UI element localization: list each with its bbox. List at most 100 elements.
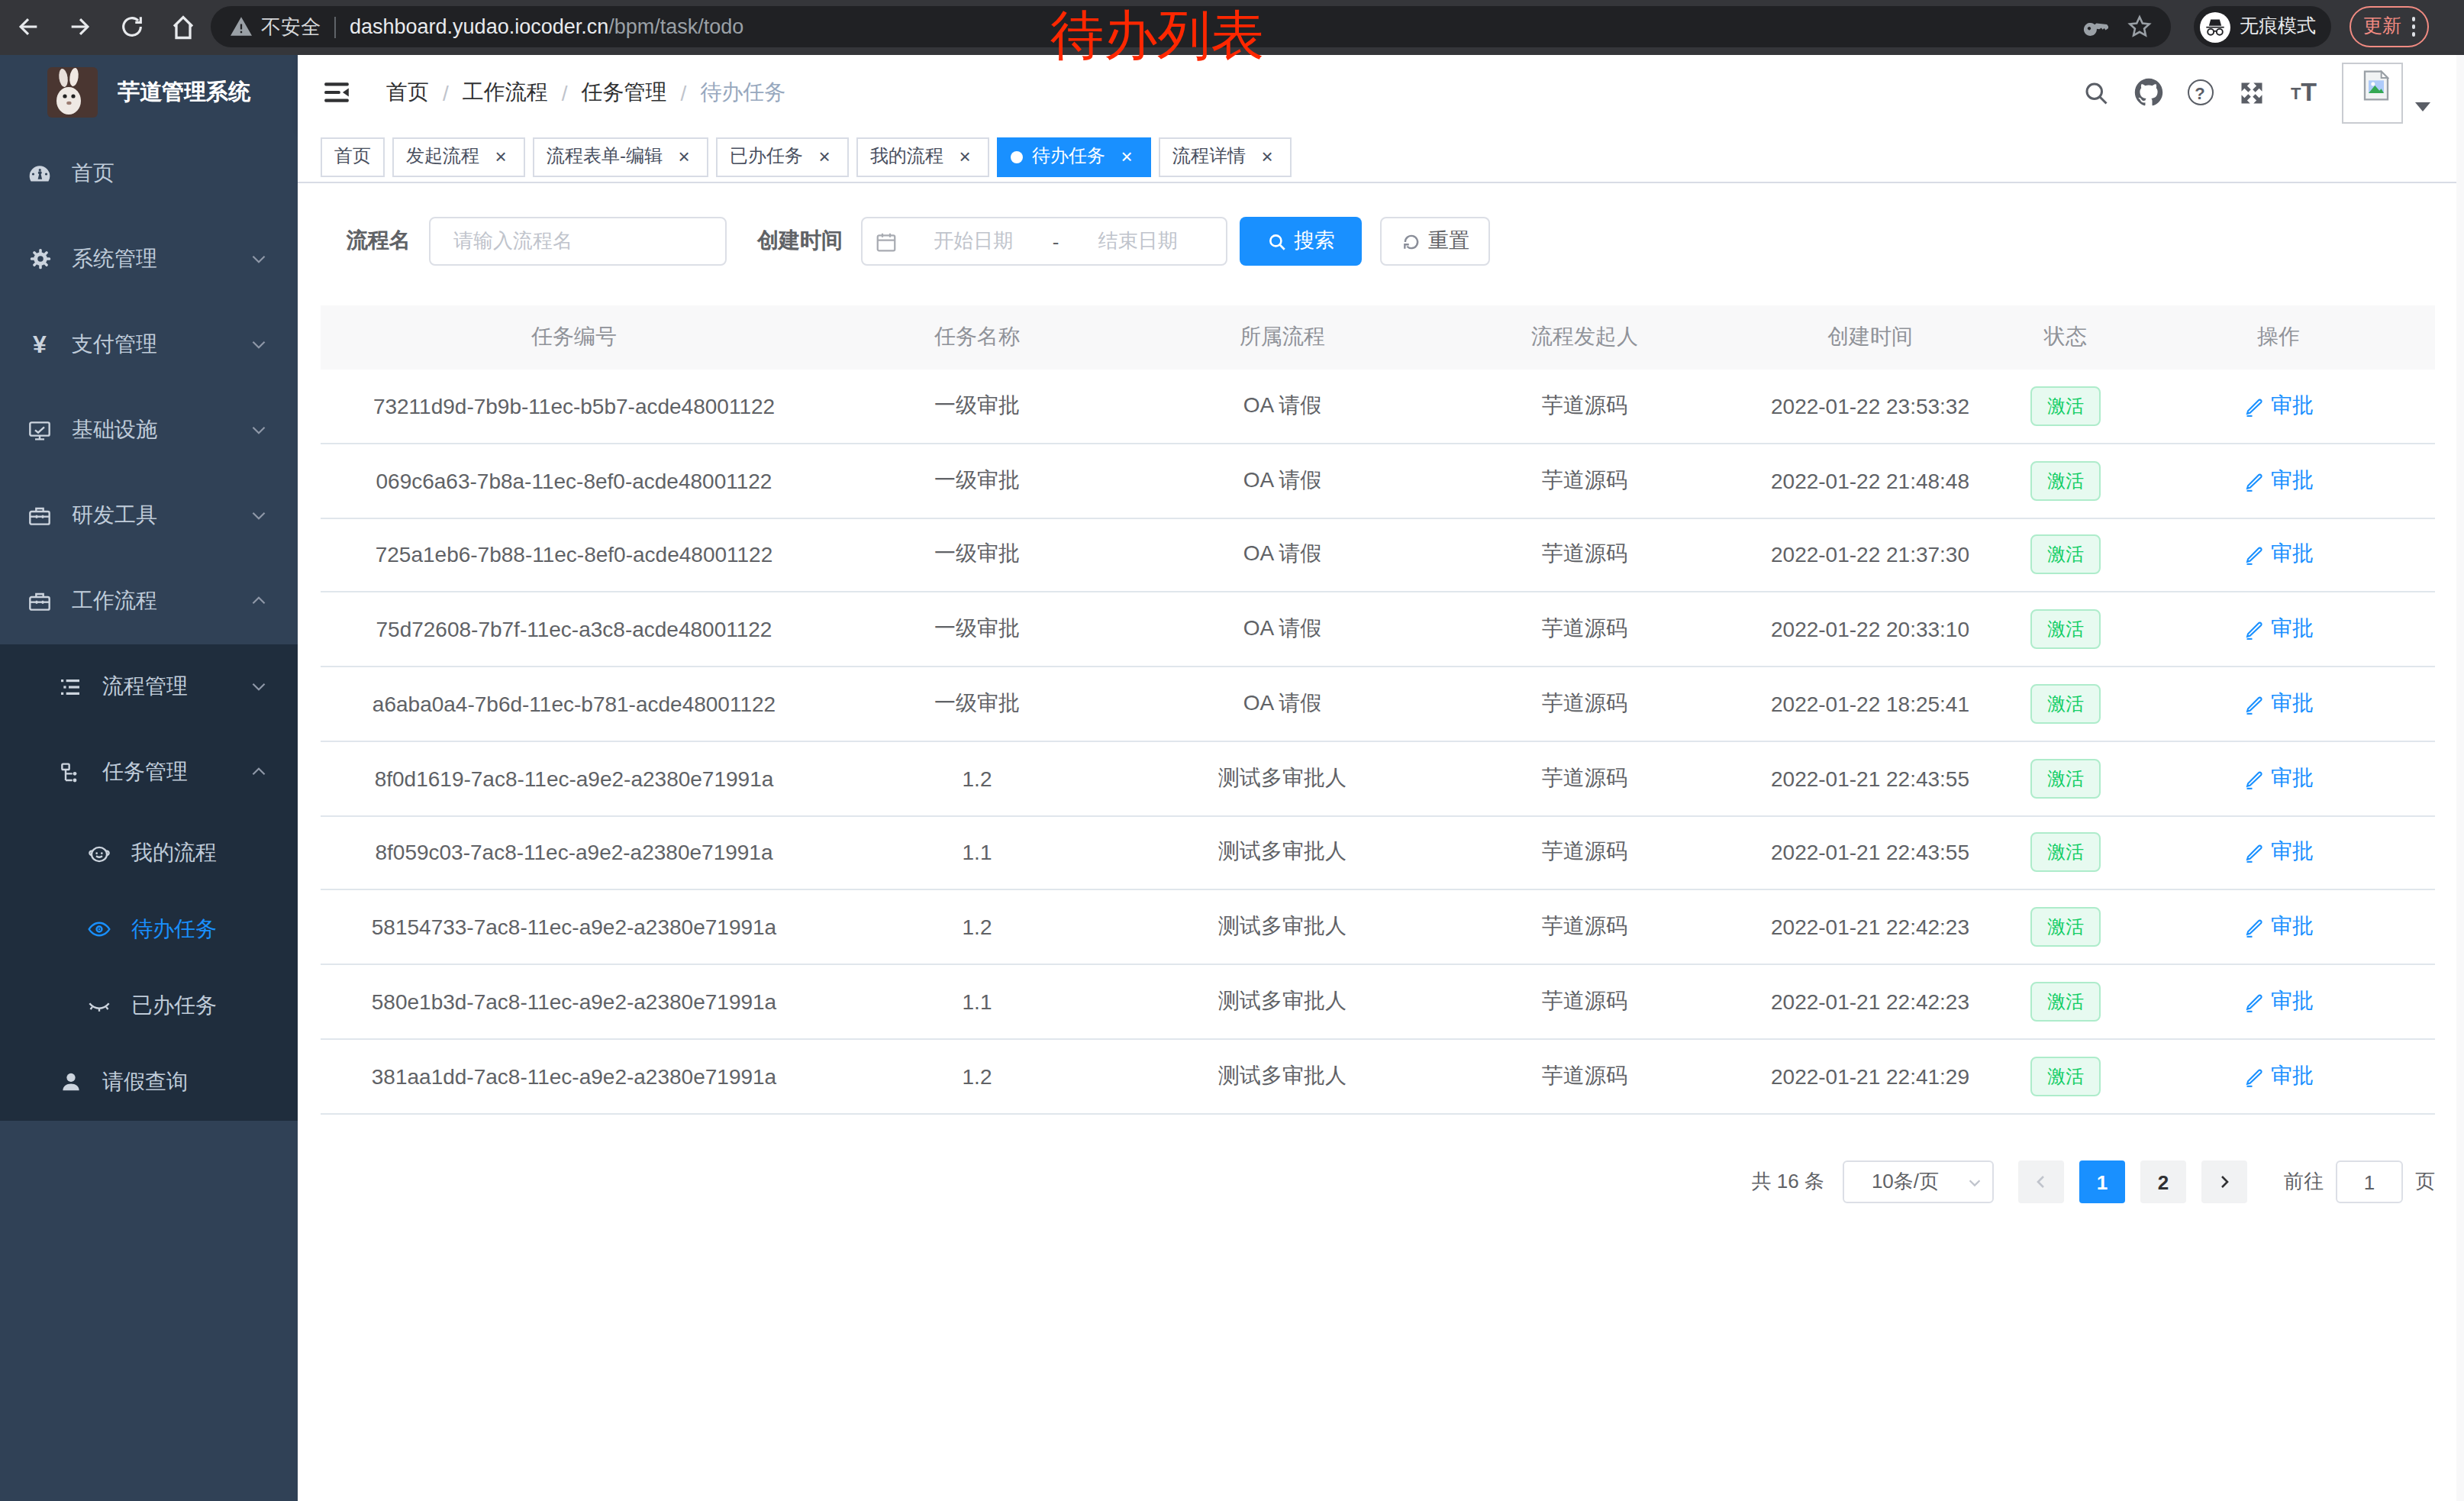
action-cell: 审批	[2122, 541, 2435, 569]
docs-help-icon[interactable]: ?	[2174, 54, 2226, 131]
browser-forward-icon[interactable]	[61, 9, 98, 46]
approve-link[interactable]: 审批	[2243, 913, 2314, 941]
tag-待办任务[interactable]: 待办任务 ×	[997, 137, 1151, 176]
table-header-row: 任务编号任务名称所属流程流程发起人创建时间状态操作	[321, 305, 2435, 370]
bookmark-star-icon[interactable]	[2127, 15, 2153, 40]
approve-link[interactable]: 审批	[2243, 541, 2314, 569]
kebab-menu-icon	[2406, 17, 2421, 36]
created-cell: 2022-01-22 23:53:32	[1731, 394, 2009, 418]
approve-link[interactable]: 审批	[2243, 466, 2314, 494]
tag-首页[interactable]: 首页	[321, 137, 385, 176]
app-logo[interactable]: 芋道管理系统	[0, 54, 298, 131]
reset-button[interactable]: 重置	[1380, 217, 1490, 266]
approve-link[interactable]: 审批	[2243, 615, 2314, 643]
tag-close-icon[interactable]: ×	[814, 146, 835, 167]
gear-icon	[27, 247, 52, 271]
action-cell: 审批	[2122, 690, 2435, 718]
browser-back-icon[interactable]	[9, 9, 46, 46]
approve-link[interactable]: 审批	[2243, 764, 2314, 792]
sidebar: 芋道管理系统 首页系统管理¥支付管理基础设施研发工具工作流程流程管理任务管理我的…	[0, 54, 298, 1501]
browser-menu-button[interactable]: 更新	[2350, 6, 2429, 47]
next-page-button[interactable]	[2201, 1160, 2247, 1203]
sidebar-item-devtools[interactable]: 研发工具	[0, 473, 298, 558]
tag-label: 发起流程	[406, 144, 479, 169]
github-icon[interactable]	[2122, 54, 2174, 131]
approve-link[interactable]: 审批	[2243, 392, 2314, 420]
sidebar-collapse-icon[interactable]	[321, 76, 351, 109]
tag-发起流程[interactable]: 发起流程 ×	[392, 137, 525, 176]
jump-page-input[interactable]: 1	[2336, 1160, 2403, 1203]
avatar[interactable]	[2342, 62, 2403, 123]
app-window: 芋道管理系统 首页系统管理¥支付管理基础设施研发工具工作流程流程管理任务管理我的…	[0, 54, 2464, 1501]
approve-link-label: 审批	[2271, 466, 2314, 494]
breadcrumb-item[interactable]: 首页	[386, 79, 429, 106]
page-scrollbar[interactable]	[2456, 54, 2464, 1501]
sidebar-item-payment[interactable]: ¥支付管理	[0, 302, 298, 387]
tag-我的流程[interactable]: 我的流程×	[856, 137, 989, 176]
created-cell: 2022-01-21 22:42:23	[1731, 989, 2009, 1014]
tag-close-icon[interactable]: ×	[1116, 146, 1137, 167]
action-cell: 审批	[2122, 466, 2435, 494]
page-size-select[interactable]: 10条/页	[1843, 1160, 1994, 1203]
starter-cell: 芋道源码	[1438, 615, 1731, 643]
table-row: a6aba0a4-7b6d-11ec-b781-acde48001122一级审批…	[321, 667, 2435, 742]
tag-close-icon[interactable]: ×	[954, 146, 976, 167]
status-badge: 激活	[2030, 907, 2101, 947]
sidebar-item-task-manage[interactable]: 任务管理	[0, 729, 298, 815]
avatar-caret-icon[interactable]	[2415, 102, 2430, 111]
sidebar-item-system[interactable]: 系统管理	[0, 216, 298, 302]
fullscreen-icon[interactable]	[2226, 54, 2278, 131]
sidebar-item-label: 首页	[72, 160, 114, 187]
tag-流程详情[interactable]: 流程详情×	[1159, 137, 1292, 176]
process-cell: OA 请假	[1127, 466, 1438, 494]
date-range-input[interactable]: 开始日期 - 结束日期	[861, 217, 1227, 266]
sidebar-item-process-manage[interactable]: 流程管理	[0, 644, 298, 729]
sidebar-item-infra[interactable]: 基础设施	[0, 387, 298, 473]
chevron-down-icon	[249, 249, 269, 269]
browser-home-icon[interactable]	[165, 9, 202, 46]
tag-close-icon[interactable]: ×	[673, 146, 695, 167]
navbar: 首页/工作流程/任务管理/待办任务 ? TT	[298, 54, 2464, 131]
process-name-input[interactable]: 请输入流程名	[429, 217, 727, 266]
dashboard-icon	[27, 161, 52, 186]
font-size-icon[interactable]: TT	[2278, 54, 2330, 131]
page-button-2[interactable]: 2	[2140, 1160, 2186, 1203]
approve-link[interactable]: 审批	[2243, 839, 2314, 867]
page-number: 2	[2158, 1170, 2169, 1193]
sidebar-item-workflow[interactable]: 工作流程	[0, 558, 298, 644]
process-cell: 测试多审批人	[1127, 1062, 1438, 1089]
starter-cell: 芋道源码	[1438, 839, 1731, 867]
tag-close-icon[interactable]: ×	[1256, 146, 1278, 167]
pagination-total: 共 16 条	[1752, 1168, 1824, 1196]
starter-cell: 芋道源码	[1438, 913, 1731, 941]
breadcrumb-item: 待办任务	[700, 79, 785, 106]
sidebar-item-todo-task[interactable]: 待办任务	[0, 891, 298, 967]
search-button[interactable]: 搜索	[1240, 217, 1362, 266]
annotation-overlay: 待办列表	[1050, 0, 1264, 71]
eye-open-icon	[87, 917, 111, 941]
tag-已办任务[interactable]: 已办任务×	[716, 137, 849, 176]
browser-reload-icon[interactable]	[113, 9, 150, 46]
sidebar-item-done-task[interactable]: 已办任务	[0, 967, 298, 1044]
approve-link-label: 审批	[2271, 615, 2314, 643]
tag-close-icon[interactable]: ×	[490, 146, 511, 167]
sidebar-item-home[interactable]: 首页	[0, 131, 298, 216]
approve-link[interactable]: 审批	[2243, 1062, 2314, 1089]
approve-link[interactable]: 审批	[2243, 690, 2314, 718]
password-key-icon[interactable]	[2082, 15, 2108, 40]
tag-label: 待办任务	[1032, 144, 1105, 169]
breadcrumb-item[interactable]: 任务管理	[582, 79, 667, 106]
page-button-1[interactable]: 1	[2079, 1160, 2125, 1203]
status-cell: 激活	[2009, 982, 2122, 1022]
tag-流程表单-编辑[interactable]: 流程表单-编辑×	[533, 137, 708, 176]
process-cell: 测试多审批人	[1127, 839, 1438, 867]
prev-page-button[interactable]	[2018, 1160, 2064, 1203]
breadcrumb-item[interactable]: 工作流程	[463, 79, 548, 106]
header-search-icon[interactable]	[2070, 54, 2122, 131]
face-icon	[87, 841, 111, 865]
sidebar-item-my-process[interactable]: 我的流程	[0, 815, 298, 891]
approve-link[interactable]: 审批	[2243, 988, 2314, 1015]
calendar-icon	[875, 230, 898, 253]
chevron-left-icon	[2032, 1173, 2050, 1191]
sidebar-item-leave-query[interactable]: 请假查询	[0, 1044, 298, 1120]
